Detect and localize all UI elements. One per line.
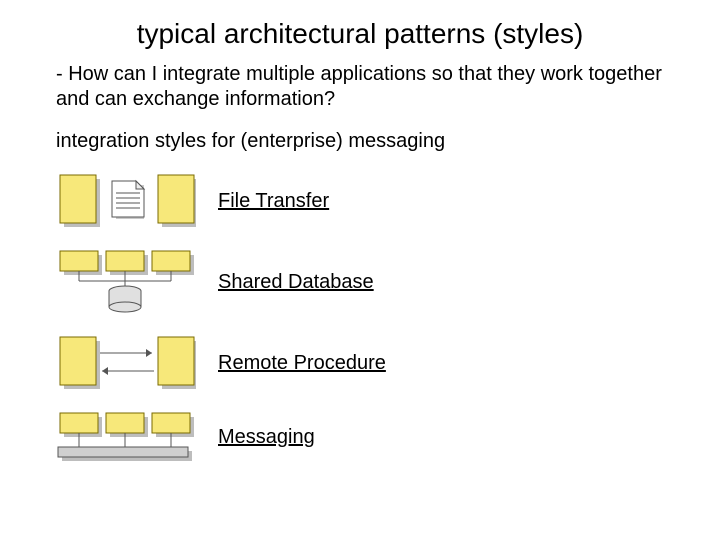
messaging-icon	[56, 411, 206, 463]
remote-procedure-icon	[56, 333, 206, 393]
messaging-label: Messaging	[206, 426, 315, 449]
slide: typical architectural patterns (styles) …	[0, 0, 720, 540]
pattern-row-remote-procedure: Remote Procedure	[56, 333, 664, 393]
file-transfer-label: File Transfer	[206, 190, 329, 213]
pattern-row-shared-database: Shared Database	[56, 249, 664, 315]
remote-procedure-label: Remote Procedure	[206, 352, 386, 375]
question-text: - How can I integrate multiple applicati…	[56, 62, 664, 112]
file-transfer-icon	[56, 171, 206, 231]
subhead-text: integration styles for (enterprise) mess…	[56, 130, 664, 153]
pattern-row-messaging: Messaging	[56, 411, 664, 463]
slide-title: typical architectural patterns (styles)	[56, 18, 664, 50]
shared-database-label: Shared Database	[206, 271, 374, 294]
pattern-row-file-transfer: File Transfer	[56, 171, 664, 231]
shared-database-icon	[56, 249, 206, 315]
